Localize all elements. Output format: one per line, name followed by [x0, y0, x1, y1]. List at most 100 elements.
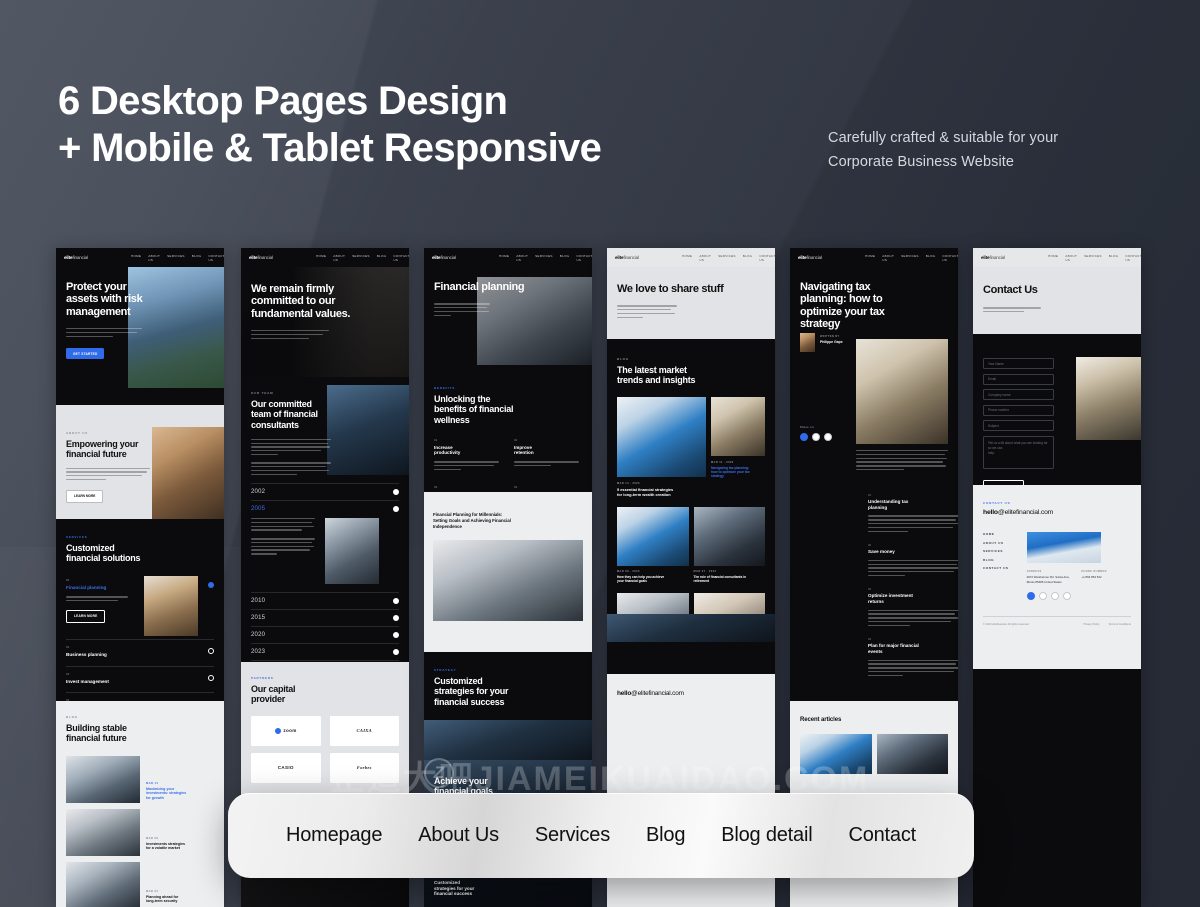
- footer-link-contact[interactable]: CONTACT US: [983, 566, 1009, 570]
- detail-section-2-body: [868, 560, 958, 577]
- nav-link-about[interactable]: ABOUT US: [882, 254, 894, 262]
- nav-item-about-us[interactable]: About Us: [418, 824, 499, 847]
- contact-field-name[interactable]: Your Name: [983, 358, 1054, 369]
- facebook-icon[interactable]: [800, 433, 808, 441]
- footer-link-home[interactable]: HOME: [983, 532, 1009, 536]
- mockup-contact[interactable]: elitefinancial HOME ABOUT US SERVICES BL…: [973, 248, 1141, 907]
- instagram-icon[interactable]: [1051, 592, 1059, 600]
- contact-field-company[interactable]: Company name: [983, 389, 1054, 400]
- footer-link-services[interactable]: SERVICES: [983, 549, 1009, 553]
- nav-item-services[interactable]: Services: [535, 824, 610, 847]
- timeline-row-2023[interactable]: 2023: [251, 643, 399, 661]
- nav-link-about[interactable]: ABOUT US: [699, 254, 711, 262]
- timeline-dot-2005[interactable]: [393, 506, 399, 512]
- blog-side-photo: [711, 397, 765, 456]
- nav-item-homepage[interactable]: Homepage: [286, 824, 382, 847]
- nav-link-services[interactable]: SERVICES: [535, 254, 553, 262]
- footer-link-blog[interactable]: BLOG: [983, 558, 1009, 562]
- mockup-homepage[interactable]: elitefinancial HOME ABOUT US SERVICES BL…: [56, 248, 224, 907]
- nav-link-blog[interactable]: BLOG: [1109, 254, 1119, 262]
- nav-link-services[interactable]: SERVICES: [352, 254, 370, 262]
- timeline-row-2002[interactable]: 2002: [251, 483, 399, 500]
- empower-cta[interactable]: LEARN MORE: [66, 490, 103, 503]
- contact-field-email[interactable]: Email: [983, 374, 1054, 385]
- timeline-row-2005[interactable]: 2005: [251, 500, 399, 584]
- footer-phone[interactable]: +1 894 854 542: [1081, 575, 1106, 580]
- nav-link-contact[interactable]: CONTACT US: [208, 254, 224, 262]
- solutions-item-1[interactable]: 01 Financial planning LEARN MORE: [66, 578, 214, 623]
- timeline-row-2015[interactable]: 2015: [251, 609, 399, 626]
- blog-featured-card[interactable]: MAR 14 · 2023 5 essential financial stra…: [617, 397, 706, 498]
- linkedin-icon[interactable]: [824, 433, 832, 441]
- blog-side-card[interactable]: MAR 11 · 2023 Navigating tax planning: h…: [711, 397, 765, 498]
- timeline-dot-2010[interactable]: [393, 598, 399, 604]
- footer-terms-link[interactable]: Terms & Conditions: [1109, 623, 1132, 626]
- linkedin-icon[interactable]: [1063, 592, 1071, 600]
- twitter-icon[interactable]: [1039, 592, 1047, 600]
- about-nav-links: HOME ABOUT US SERVICES BLOG CONTACT US: [316, 254, 409, 262]
- solutions-item-4[interactable]: 04 Retirement management: [66, 692, 214, 701]
- nav-link-home[interactable]: HOME: [316, 254, 326, 262]
- contact-field-phone[interactable]: Phone number: [983, 405, 1054, 416]
- services-feature-section[interactable]: Financial Planning for Millennials: Sett…: [424, 492, 592, 652]
- nav-link-about[interactable]: ABOUT US: [516, 254, 528, 262]
- timeline-dot-2002[interactable]: [393, 489, 399, 495]
- blog-card-4[interactable]: MAR 01 · 2023 Retirement planning: steps…: [694, 593, 766, 614]
- nav-item-blog-detail[interactable]: Blog detail: [721, 824, 812, 847]
- nav-link-about[interactable]: ABOUT US: [333, 254, 345, 262]
- nav-link-home[interactable]: HOME: [1048, 254, 1058, 262]
- nav-link-home[interactable]: HOME: [865, 254, 875, 262]
- logo-card-zoom: zoom: [251, 716, 321, 746]
- homepage-blog-post-3[interactable]: MAR 02 Planning ahead for long-term secu…: [66, 862, 214, 907]
- footer-email[interactable]: hello@elitefinancial.com: [983, 509, 1131, 516]
- blog-card-1[interactable]: MAR 09 · 2023 How they can help you achi…: [617, 507, 689, 584]
- timeline-dot-2020[interactable]: [393, 632, 399, 638]
- timeline-2005-photo: [325, 518, 379, 584]
- contact-field-message[interactable]: Tell us a bit about what you are looking…: [983, 436, 1054, 469]
- nav-link-about[interactable]: ABOUT US: [148, 254, 160, 262]
- nav-link-blog[interactable]: BLOG: [192, 254, 202, 262]
- solutions-item-2[interactable]: 02 Business planning: [66, 639, 214, 658]
- nav-link-about[interactable]: ABOUT US: [1065, 254, 1077, 262]
- nav-link-contact[interactable]: CONTACT US: [759, 254, 775, 262]
- homepage-blog-post-2[interactable]: MAR 09 Investments strategies for a vola…: [66, 809, 214, 856]
- homepage-hero-cta[interactable]: GET STARTED: [66, 348, 104, 359]
- nav-item-blog[interactable]: Blog: [646, 824, 685, 847]
- solutions-item-1-cta[interactable]: LEARN MORE: [66, 610, 105, 623]
- nav-link-contact[interactable]: CONTACT US: [1125, 254, 1141, 262]
- nav-link-blog[interactable]: BLOG: [560, 254, 570, 262]
- contact-field-subject[interactable]: Subject: [983, 420, 1054, 431]
- blog-card-3[interactable]: MAR 04 · 2023 The benefits of hiring a f…: [617, 593, 689, 614]
- timeline-row-2020[interactable]: 2020: [251, 626, 399, 643]
- recent-card-2-photo[interactable]: [877, 734, 949, 774]
- nav-link-services[interactable]: SERVICES: [718, 254, 736, 262]
- solutions-indicator-2[interactable]: [208, 648, 214, 654]
- twitter-icon[interactable]: [812, 433, 820, 441]
- nav-link-contact[interactable]: CONTACT US: [393, 254, 409, 262]
- nav-link-home[interactable]: HOME: [682, 254, 692, 262]
- timeline-dot-2015[interactable]: [393, 615, 399, 621]
- nav-link-services[interactable]: SERVICES: [167, 254, 185, 262]
- nav-link-contact[interactable]: CONTACT US: [942, 254, 958, 262]
- homepage-blog-post-1[interactable]: MAR 14 Maximizing your investments: stra…: [66, 756, 214, 803]
- nav-link-services[interactable]: SERVICES: [1084, 254, 1102, 262]
- footer-link-about[interactable]: ABOUT US: [983, 541, 1009, 545]
- benefit-2: 02 Improve retention: [514, 438, 582, 473]
- timeline-dot-2023[interactable]: [393, 649, 399, 655]
- solutions-indicator-3[interactable]: [208, 675, 214, 681]
- solutions-item-3[interactable]: 03 Invest management: [66, 666, 214, 685]
- nav-link-blog[interactable]: BLOG: [743, 254, 753, 262]
- nav-link-blog[interactable]: BLOG: [926, 254, 936, 262]
- footer-privacy-link[interactable]: Privacy Policy: [1083, 623, 1099, 626]
- nav-link-services[interactable]: SERVICES: [901, 254, 919, 262]
- blog-card-2[interactable]: MAR 07 · 2023 The role of financial cons…: [694, 507, 766, 584]
- timeline-row-2010[interactable]: 2010: [251, 592, 399, 609]
- nav-link-home[interactable]: HOME: [499, 254, 509, 262]
- nav-link-blog[interactable]: BLOG: [377, 254, 387, 262]
- solutions-indicator-1[interactable]: [208, 582, 214, 588]
- nav-link-home[interactable]: HOME: [131, 254, 141, 262]
- nav-item-contact[interactable]: Contact: [848, 824, 916, 847]
- nav-link-contact[interactable]: CONTACT US: [576, 254, 592, 262]
- facebook-icon[interactable]: [1027, 592, 1035, 600]
- recent-card-1-photo[interactable]: [800, 734, 872, 774]
